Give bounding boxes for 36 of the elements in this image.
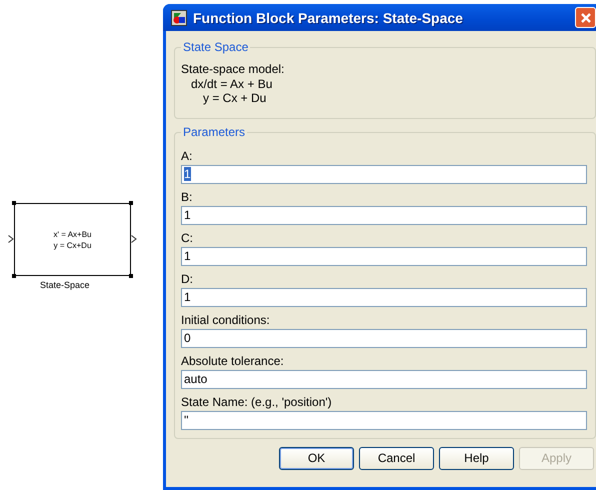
field-label: A: xyxy=(181,148,194,162)
field-label: D: xyxy=(181,272,194,286)
description-text: State-space model: xyxy=(181,62,286,76)
close-icon xyxy=(580,12,592,24)
resize-handle[interactable] xyxy=(12,274,16,278)
resize-handle[interactable] xyxy=(129,201,133,205)
dialog-button[interactable]: Cancel xyxy=(359,446,434,470)
field-label: State Name: (e.g., 'position') xyxy=(181,394,333,408)
input-field[interactable]: 1 xyxy=(181,164,587,184)
window-title: Function Block Parameters: State-Space xyxy=(193,10,464,26)
close-button[interactable] xyxy=(575,7,596,28)
input-field[interactable]: '' xyxy=(181,410,587,430)
field-label: C: xyxy=(181,230,194,244)
resize-handle[interactable] xyxy=(12,201,16,205)
dialog-button[interactable]: Help xyxy=(439,446,514,470)
state-space-block[interactable]: x' = Ax+Bu y = Cx+Du xyxy=(14,203,131,276)
input-field[interactable]: 1 xyxy=(181,288,587,306)
input-field[interactable]: 1 xyxy=(181,246,587,266)
dialog-button[interactable]: OK xyxy=(279,446,354,470)
group-heading: State Space xyxy=(181,40,250,54)
input-port-icon xyxy=(8,235,14,243)
description-text: dx/dt = Ax + Bu xyxy=(190,76,274,91)
resize-handle[interactable] xyxy=(129,274,133,278)
field-label: Initial conditions: xyxy=(181,312,271,326)
app-icon xyxy=(171,10,187,26)
output-port-icon xyxy=(131,235,137,243)
description-text: y = Cx + Du xyxy=(202,91,268,106)
input-field[interactable]: 1 xyxy=(181,206,587,224)
block-name: State-Space xyxy=(40,280,90,290)
group-heading: Parameters xyxy=(181,124,248,138)
block-equation: x' = Ax+Bu xyxy=(54,228,92,240)
input-field[interactable]: 0 xyxy=(181,328,587,348)
field-label: B: xyxy=(181,190,194,204)
input-field[interactable]: auto xyxy=(181,370,587,388)
field-label: Absolute tolerance: xyxy=(181,354,285,368)
block-equation: y = Cx+Du xyxy=(54,240,92,250)
